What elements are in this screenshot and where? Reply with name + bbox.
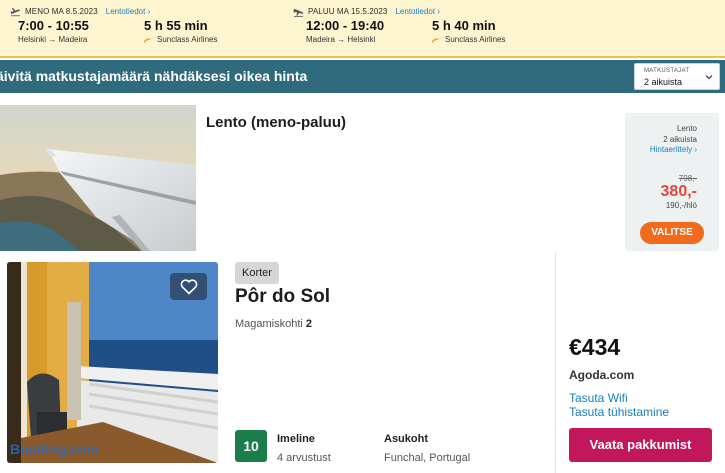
airline-logo-icon — [432, 37, 440, 43]
outbound-airline-name: Sunclass Airlines — [157, 35, 218, 44]
price-breakdown-label[interactable]: Hintaerittely — [650, 145, 692, 154]
return-route: Madeira → Helsinki — [306, 35, 376, 44]
flight-travellers: 2 aikuista — [663, 135, 697, 144]
return-flight-info-label[interactable]: Lentotiedot — [395, 7, 435, 16]
return-times: 12:00 - 19:40 — [306, 18, 385, 33]
booking-provider: Agoda.com — [569, 368, 635, 382]
outbound-leg: MENO MA 8.5.2023 Lentotiedot › 7:00 - 10… — [10, 0, 300, 56]
photo-source-watermark: Booking.com — [10, 441, 99, 457]
traveller-count-select[interactable]: MATKUSTAJAT 2 aikuista — [634, 63, 720, 90]
outbound-header: MENO MA 8.5.2023 Lentotiedot › — [10, 6, 150, 17]
beds-count: 2 — [305, 318, 313, 330]
search-results-page: MENO MA 8.5.2023 Lentotiedot › 7:00 - 10… — [0, 0, 725, 473]
price-breakdown-link[interactable]: Hintaerittely › — [650, 145, 697, 154]
flight-card-title: Lento (meno-paluu) — [206, 114, 346, 131]
flight-old-price: 798,- — [678, 174, 697, 183]
heart-icon[interactable] — [180, 278, 198, 295]
traveller-select-value[interactable]: 2 aikuista — [644, 77, 682, 87]
update-travellers-banner: äivitä matkustajamäärä nähdäksesi oikea … — [0, 60, 725, 93]
return-airline-name: Sunclass Airlines — [445, 35, 506, 44]
rating-word: Imeline — [277, 433, 315, 445]
outbound-times: 7:00 - 10:55 — [18, 18, 89, 33]
outbound-flight-info-link[interactable]: Lentotiedot › — [106, 7, 150, 16]
review-score-badge: 10 — [235, 430, 267, 462]
location-value: Funchal, Portugal — [384, 452, 471, 464]
favorite-button[interactable] — [170, 273, 207, 300]
plane-landing-icon — [293, 6, 304, 17]
return-leg: PALUU MA 15.5.2023 Lentotiedot › 12:00 -… — [293, 0, 593, 56]
perk-free-cancellation: Tasuta tühistamine — [569, 405, 670, 419]
accommodation-type-badge: Korter — [235, 262, 279, 284]
chevron-down-icon[interactable] — [705, 73, 713, 81]
flight-price-per-person: 190,-/hlö — [665, 201, 697, 210]
flight-summary-strip: MENO MA 8.5.2023 Lentotiedot › 7:00 - 10… — [0, 0, 725, 58]
flight-price-box: Lento 2 aikuista Hintaerittely › 798,- 3… — [625, 113, 719, 251]
flight-price-label: Lento — [676, 124, 697, 133]
outbound-duration: 5 h 55 min — [144, 18, 208, 33]
return-duration: 5 h 40 min — [432, 18, 496, 33]
plane-takeoff-icon — [10, 6, 21, 17]
outbound-flight-info-label[interactable]: Lentotiedot — [106, 7, 146, 16]
view-deal-button[interactable]: Vaata pakkumist — [569, 428, 712, 462]
beds-info: Magamiskohti 2 — [235, 318, 312, 330]
flight-price: 380,- — [660, 183, 697, 200]
perk-free-wifi: Tasuta Wifi — [569, 391, 628, 405]
banner-text: äivitä matkustajamäärä nähdäksesi oikea … — [0, 68, 308, 84]
return-date: PALUU MA 15.5.2023 — [308, 7, 388, 16]
traveller-select-label: MATKUSTAJAT — [644, 68, 690, 74]
return-header: PALUU MA 15.5.2023 Lentotiedot › — [293, 6, 440, 17]
review-count[interactable]: 4 arvustust — [277, 452, 331, 464]
hotel-name[interactable]: Pôr do Sol — [235, 286, 330, 308]
card-divider — [555, 252, 556, 473]
hotel-photo[interactable]: Booking.com — [7, 262, 218, 463]
flight-photo — [0, 105, 196, 251]
outbound-route: Helsinki → Madeira — [18, 35, 88, 44]
select-flight-button[interactable]: VALITSE — [640, 222, 704, 244]
beds-label: Magamiskohti — [235, 318, 303, 330]
return-flight-info-link[interactable]: Lentotiedot › — [395, 7, 439, 16]
hotel-price: €434 — [569, 334, 621, 360]
return-airline: Sunclass Airlines — [432, 35, 505, 44]
outbound-airline: Sunclass Airlines — [144, 35, 217, 44]
outbound-date: MENO MA 8.5.2023 — [25, 7, 98, 16]
airline-logo-icon — [144, 37, 152, 43]
location-label: Asukoht — [384, 433, 428, 445]
